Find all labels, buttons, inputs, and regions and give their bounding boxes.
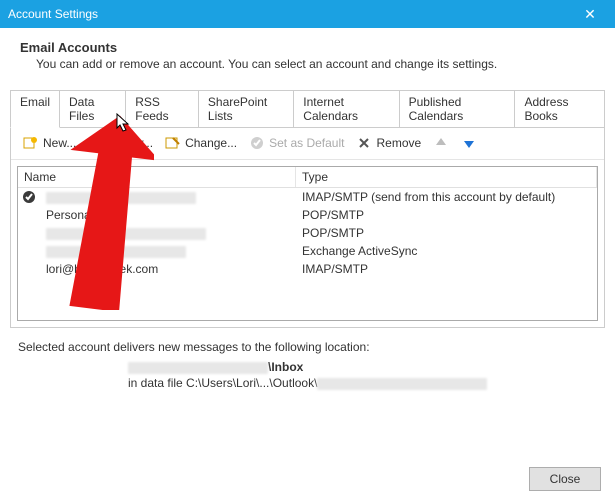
titlebar: Account Settings ✕ bbox=[0, 0, 615, 28]
column-name[interactable]: Name bbox=[18, 167, 296, 187]
account-name bbox=[40, 226, 296, 240]
account-type: IMAP/SMTP (send from this account by def… bbox=[296, 190, 597, 204]
tab-published-calendars[interactable]: Published Calendars bbox=[399, 90, 516, 127]
repair-label: Repair... bbox=[108, 136, 153, 150]
window-title: Account Settings bbox=[8, 7, 573, 21]
new-button[interactable]: New... bbox=[19, 133, 80, 153]
change-icon bbox=[165, 135, 181, 151]
close-icon[interactable]: ✕ bbox=[573, 0, 607, 28]
arrow-up-icon bbox=[433, 135, 449, 151]
change-label: Change... bbox=[185, 136, 237, 150]
remove-button[interactable]: Remove bbox=[352, 133, 425, 153]
dialog-footer: Close bbox=[529, 467, 601, 491]
table-row[interactable]: lori@howtogeek.com IMAP/SMTP bbox=[18, 260, 597, 278]
set-default-label: Set as Default bbox=[269, 136, 344, 150]
account-name bbox=[40, 190, 296, 204]
page-subtitle: You can add or remove an account. You ca… bbox=[20, 57, 595, 71]
tab-rss-feeds[interactable]: RSS Feeds bbox=[125, 90, 199, 127]
tab-strip: Email Data Files RSS Feeds SharePoint Li… bbox=[10, 90, 605, 128]
account-type: IMAP/SMTP bbox=[296, 262, 597, 276]
delivery-datafile: in data file C:\Users\Lori\...\Outlook\ bbox=[128, 376, 597, 390]
tab-internet-calendars[interactable]: Internet Calendars bbox=[293, 90, 399, 127]
account-type: Exchange ActiveSync bbox=[296, 244, 597, 258]
move-up-button bbox=[429, 133, 453, 153]
table-row[interactable]: Exchange ActiveSync bbox=[18, 242, 597, 260]
account-type: POP/SMTP bbox=[296, 208, 597, 222]
remove-icon bbox=[356, 135, 372, 151]
email-panel: New... Repair... Change... Set as Defaul… bbox=[10, 127, 605, 328]
tab-email[interactable]: Email bbox=[10, 90, 60, 128]
repair-icon bbox=[88, 135, 104, 151]
page-title: Email Accounts bbox=[20, 40, 595, 55]
tab-sharepoint-lists[interactable]: SharePoint Lists bbox=[198, 90, 294, 127]
delivery-inbox: \Inbox bbox=[128, 360, 597, 374]
header: Email Accounts You can add or remove an … bbox=[0, 28, 615, 81]
new-label: New... bbox=[43, 136, 76, 150]
delivery-info: Selected account delivers new messages t… bbox=[18, 340, 597, 390]
account-name: lori@howtogeek.com bbox=[40, 262, 296, 276]
delivery-intro: Selected account delivers new messages t… bbox=[18, 340, 597, 354]
table-row[interactable]: Personal POP/SMTP bbox=[18, 206, 597, 224]
toolbar: New... Repair... Change... Set as Defaul… bbox=[11, 127, 604, 160]
account-name: Personal bbox=[40, 208, 296, 222]
remove-label: Remove bbox=[376, 136, 421, 150]
column-type[interactable]: Type bbox=[296, 167, 597, 187]
close-button[interactable]: Close bbox=[529, 467, 601, 491]
move-down-button[interactable] bbox=[457, 133, 481, 153]
account-type: POP/SMTP bbox=[296, 226, 597, 240]
account-name bbox=[40, 244, 296, 258]
new-icon bbox=[23, 135, 39, 151]
tab-address-books[interactable]: Address Books bbox=[514, 90, 605, 127]
repair-button[interactable]: Repair... bbox=[84, 133, 157, 153]
default-account-icon bbox=[18, 190, 40, 204]
set-default-button: Set as Default bbox=[245, 133, 348, 153]
list-header: Name Type bbox=[18, 167, 597, 188]
change-button[interactable]: Change... bbox=[161, 133, 241, 153]
table-row[interactable]: POP/SMTP bbox=[18, 224, 597, 242]
account-list[interactable]: Name Type IMAP/SMTP (send from this acco… bbox=[17, 166, 598, 321]
check-icon bbox=[249, 135, 265, 151]
table-row[interactable]: IMAP/SMTP (send from this account by def… bbox=[18, 188, 597, 206]
tab-data-files[interactable]: Data Files bbox=[59, 90, 126, 127]
arrow-down-icon bbox=[461, 135, 477, 151]
